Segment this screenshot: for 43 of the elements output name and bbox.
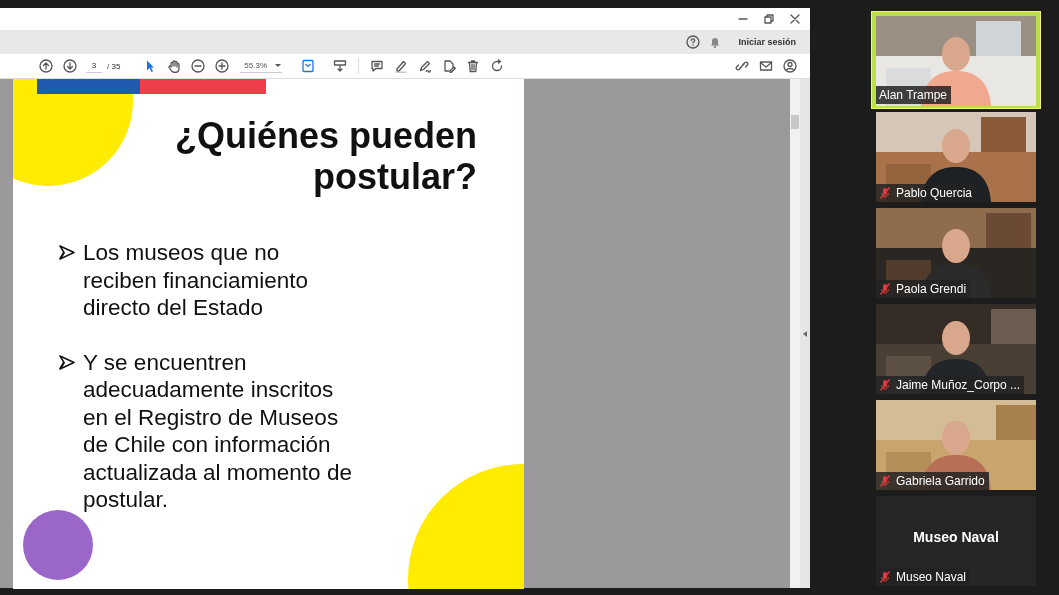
pen-icon[interactable] — [418, 59, 433, 73]
help-icon[interactable] — [686, 35, 701, 49]
scroll-mode-icon[interactable] — [333, 59, 348, 73]
rotate-icon[interactable] — [490, 59, 505, 73]
bullet-text: Los museos que no reciben financiamiento directo del Estado — [83, 239, 310, 322]
page-total: / 35 — [107, 61, 121, 71]
trash-icon[interactable] — [466, 59, 481, 73]
restore-icon[interactable] — [762, 12, 776, 26]
participant-name: Paola Grendi — [896, 282, 967, 296]
arrow-bullet-icon — [59, 354, 75, 370]
decor-circle — [23, 510, 93, 580]
video-tile[interactable]: Jaime Muñoz_Corpo ... — [876, 304, 1036, 394]
participant-name: Gabriela Garrido — [896, 474, 985, 488]
arrow-up-icon[interactable] — [39, 59, 53, 73]
scrollbar[interactable] — [790, 79, 800, 588]
sign-in-link[interactable]: Iniciar sesión — [738, 37, 796, 47]
link-icon[interactable] — [735, 59, 749, 73]
video-tile[interactable]: Gabriela Garrido — [876, 400, 1036, 490]
hand-tool-icon[interactable] — [167, 59, 182, 73]
video-tile[interactable]: Alan Trampe — [872, 12, 1040, 108]
video-tile[interactable]: Paola Grendi — [876, 208, 1036, 298]
video-tile[interactable]: Museo Naval Museo Naval — [876, 496, 1036, 586]
participant-name: Jaime Muñoz_Corpo ... — [896, 378, 1021, 392]
arrow-bullet-icon — [59, 245, 75, 260]
highlighter-icon[interactable] — [394, 59, 409, 73]
fit-page-icon[interactable] — [301, 59, 316, 73]
zoom-in-icon[interactable] — [215, 59, 230, 73]
slide-title: ¿Quiénes pueden postular? — [173, 115, 477, 197]
video-tile[interactable]: Pablo Quercia — [876, 112, 1036, 202]
participant-display-name: Museo Naval — [912, 529, 1000, 545]
zoom-out-icon[interactable] — [191, 59, 206, 73]
bullet-text: Y se encuentren adecuadamente inscritos en el Registro de Museos de Chile con información actualizada al momento de postular. — [83, 348, 353, 514]
page-number-field[interactable]: 3 — [86, 59, 102, 73]
participant-name: Alan Trampe — [879, 88, 948, 102]
user-add-icon[interactable] — [783, 59, 797, 73]
comment-icon[interactable] — [370, 59, 385, 73]
participant-name: Museo Naval — [896, 570, 967, 584]
zoom-field[interactable]: 55.3% — [240, 59, 283, 73]
close-icon[interactable] — [788, 12, 802, 26]
arrow-down-icon[interactable] — [63, 59, 77, 73]
email-icon[interactable] — [759, 59, 773, 73]
participant-name: Pablo Quercia — [896, 186, 973, 200]
edit-document-icon[interactable] — [442, 59, 457, 73]
